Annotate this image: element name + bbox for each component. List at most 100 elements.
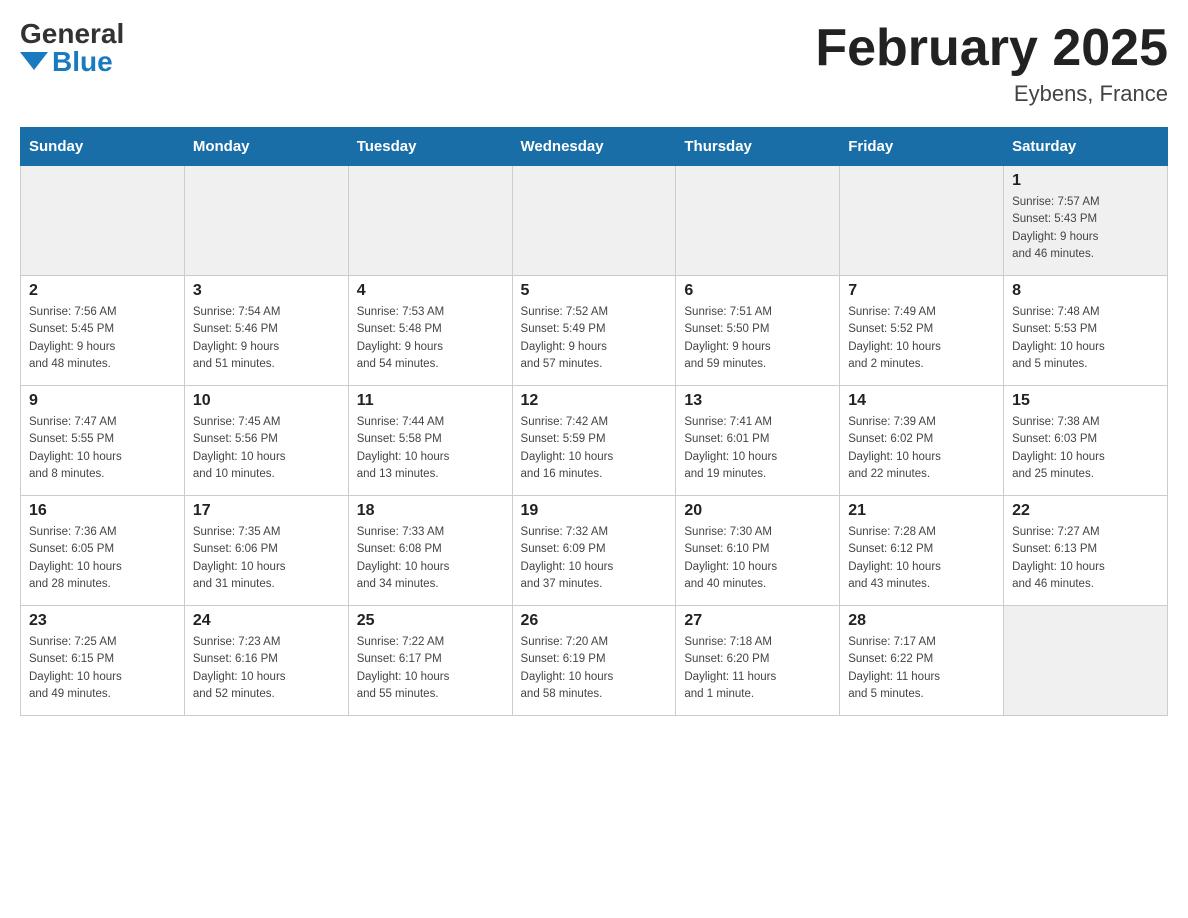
calendar-cell: 20Sunrise: 7:30 AM Sunset: 6:10 PM Dayli… <box>676 496 840 606</box>
calendar-cell: 9 Sunrise: 7:47 AM Sunset: 5:55 PM Daylig… <box>21 386 185 496</box>
week-row-3: 9 Sunrise: 7:47 AM Sunset: 5:55 PM Daylig… <box>21 386 1168 496</box>
day-number: 3 <box>193 282 340 300</box>
day-info: Sunrise: 7:57 AM Sunset: 5:43 PM Dayligh… <box>1012 194 1159 263</box>
logo: General Blue <box>20 20 124 76</box>
calendar-cell: 28 Sunrise: 7:17 AM Sunset: 6:22 PM Dayli… <box>840 606 1004 716</box>
day-number: 22 <box>1012 502 1159 520</box>
calendar-cell: 16 Sunrise: 7:36 AM Sunset: 6:05 PM Dayli… <box>21 496 185 606</box>
day-number: 9 <box>29 392 176 410</box>
day-number: 13 <box>684 392 831 410</box>
calendar-table: SundayMondayTuesdayWednesdayThursdayFrid… <box>20 127 1168 716</box>
logo-blue-text: Blue <box>52 48 113 76</box>
day-number: 21 <box>848 502 995 520</box>
day-number: 2 <box>29 282 176 300</box>
day-info: Sunrise: 7:17 AM Sunset: 6:22 PM Dayligh… <box>848 634 995 703</box>
day-info: Sunrise: 7:35 AM Sunset: 6:06 PM Dayligh… <box>193 524 340 593</box>
logo-general-text: General <box>20 20 124 48</box>
day-info: Sunrise: 7:45 AM Sunset: 5:56 PM Dayligh… <box>193 414 340 483</box>
calendar-cell: 22 Sunrise: 7:27 AM Sunset: 6:13 PM Dayli… <box>1004 496 1168 606</box>
calendar-cell <box>676 166 840 276</box>
day-info: Sunrise: 7:48 AM Sunset: 5:53 PM Dayligh… <box>1012 304 1159 373</box>
header-day-monday: Monday <box>184 128 348 166</box>
week-row-4: 16 Sunrise: 7:36 AM Sunset: 6:05 PM Dayli… <box>21 496 1168 606</box>
title-block: February 2025 Eybens, France <box>815 20 1168 107</box>
calendar-cell: 26 Sunrise: 7:20 AM Sunset: 6:19 PM Dayli… <box>512 606 676 716</box>
calendar-cell: 1Sunrise: 7:57 AM Sunset: 5:43 PM Daylig… <box>1004 166 1168 276</box>
header-day-sunday: Sunday <box>21 128 185 166</box>
header-day-thursday: Thursday <box>676 128 840 166</box>
page-header: General Blue February 2025 Eybens, Franc… <box>20 20 1168 107</box>
day-info: Sunrise: 7:33 AM Sunset: 6:08 PM Dayligh… <box>357 524 504 593</box>
day-info: Sunrise: 7:25 AM Sunset: 6:15 PM Dayligh… <box>29 634 176 703</box>
calendar-cell <box>840 166 1004 276</box>
day-number: 10 <box>193 392 340 410</box>
day-number: 8 <box>1012 282 1159 300</box>
day-info: Sunrise: 7:49 AM Sunset: 5:52 PM Dayligh… <box>848 304 995 373</box>
day-info: Sunrise: 7:41 AM Sunset: 6:01 PM Dayligh… <box>684 414 831 483</box>
day-info: Sunrise: 7:51 AM Sunset: 5:50 PM Dayligh… <box>684 304 831 373</box>
calendar-cell: 17 Sunrise: 7:35 AM Sunset: 6:06 PM Dayli… <box>184 496 348 606</box>
calendar-cell: 2 Sunrise: 7:56 AM Sunset: 5:45 PM Daylig… <box>21 276 185 386</box>
calendar-cell: 3Sunrise: 7:54 AM Sunset: 5:46 PM Daylig… <box>184 276 348 386</box>
day-info: Sunrise: 7:42 AM Sunset: 5:59 PM Dayligh… <box>521 414 668 483</box>
day-info: Sunrise: 7:44 AM Sunset: 5:58 PM Dayligh… <box>357 414 504 483</box>
calendar-cell: 12 Sunrise: 7:42 AM Sunset: 5:59 PM Dayli… <box>512 386 676 496</box>
day-info: Sunrise: 7:23 AM Sunset: 6:16 PM Dayligh… <box>193 634 340 703</box>
header-day-saturday: Saturday <box>1004 128 1168 166</box>
calendar-cell: 15Sunrise: 7:38 AM Sunset: 6:03 PM Dayli… <box>1004 386 1168 496</box>
calendar-header: SundayMondayTuesdayWednesdayThursdayFrid… <box>21 128 1168 166</box>
day-number: 12 <box>521 392 668 410</box>
calendar-cell <box>512 166 676 276</box>
week-row-5: 23Sunrise: 7:25 AM Sunset: 6:15 PM Dayli… <box>21 606 1168 716</box>
calendar-cell: 24 Sunrise: 7:23 AM Sunset: 6:16 PM Dayli… <box>184 606 348 716</box>
calendar-cell: 5 Sunrise: 7:52 AM Sunset: 5:49 PM Daylig… <box>512 276 676 386</box>
week-row-2: 2 Sunrise: 7:56 AM Sunset: 5:45 PM Daylig… <box>21 276 1168 386</box>
day-info: Sunrise: 7:47 AM Sunset: 5:55 PM Dayligh… <box>29 414 176 483</box>
day-info: Sunrise: 7:56 AM Sunset: 5:45 PM Dayligh… <box>29 304 176 373</box>
day-number: 5 <box>521 282 668 300</box>
day-info: Sunrise: 7:22 AM Sunset: 6:17 PM Dayligh… <box>357 634 504 703</box>
calendar-cell: 10 Sunrise: 7:45 AM Sunset: 5:56 PM Dayli… <box>184 386 348 496</box>
day-number: 24 <box>193 612 340 630</box>
calendar-cell: 14Sunrise: 7:39 AM Sunset: 6:02 PM Dayli… <box>840 386 1004 496</box>
day-number: 17 <box>193 502 340 520</box>
day-info: Sunrise: 7:53 AM Sunset: 5:48 PM Dayligh… <box>357 304 504 373</box>
header-day-tuesday: Tuesday <box>348 128 512 166</box>
day-info: Sunrise: 7:38 AM Sunset: 6:03 PM Dayligh… <box>1012 414 1159 483</box>
day-number: 4 <box>357 282 504 300</box>
day-number: 19 <box>521 502 668 520</box>
calendar-cell: 8 Sunrise: 7:48 AM Sunset: 5:53 PM Daylig… <box>1004 276 1168 386</box>
day-info: Sunrise: 7:36 AM Sunset: 6:05 PM Dayligh… <box>29 524 176 593</box>
calendar-cell <box>21 166 185 276</box>
logo-arrow-icon <box>20 52 48 70</box>
calendar-cell: 11 Sunrise: 7:44 AM Sunset: 5:58 PM Dayli… <box>348 386 512 496</box>
calendar-cell: 21 Sunrise: 7:28 AM Sunset: 6:12 PM Dayli… <box>840 496 1004 606</box>
day-info: Sunrise: 7:27 AM Sunset: 6:13 PM Dayligh… <box>1012 524 1159 593</box>
day-number: 11 <box>357 392 504 410</box>
header-day-wednesday: Wednesday <box>512 128 676 166</box>
day-number: 6 <box>684 282 831 300</box>
logo-blue-row: Blue <box>20 48 113 76</box>
day-number: 28 <box>848 612 995 630</box>
calendar-cell: 7 Sunrise: 7:49 AM Sunset: 5:52 PM Daylig… <box>840 276 1004 386</box>
week-row-1: 1Sunrise: 7:57 AM Sunset: 5:43 PM Daylig… <box>21 166 1168 276</box>
header-day-friday: Friday <box>840 128 1004 166</box>
calendar-body: 1Sunrise: 7:57 AM Sunset: 5:43 PM Daylig… <box>21 166 1168 716</box>
day-number: 14 <box>848 392 995 410</box>
calendar-cell <box>348 166 512 276</box>
calendar-subtitle: Eybens, France <box>815 81 1168 107</box>
day-info: Sunrise: 7:18 AM Sunset: 6:20 PM Dayligh… <box>684 634 831 703</box>
day-info: Sunrise: 7:28 AM Sunset: 6:12 PM Dayligh… <box>848 524 995 593</box>
day-number: 27 <box>684 612 831 630</box>
day-info: Sunrise: 7:52 AM Sunset: 5:49 PM Dayligh… <box>521 304 668 373</box>
day-info: Sunrise: 7:20 AM Sunset: 6:19 PM Dayligh… <box>521 634 668 703</box>
header-row: SundayMondayTuesdayWednesdayThursdayFrid… <box>21 128 1168 166</box>
day-info: Sunrise: 7:32 AM Sunset: 6:09 PM Dayligh… <box>521 524 668 593</box>
calendar-cell <box>184 166 348 276</box>
day-number: 18 <box>357 502 504 520</box>
day-info: Sunrise: 7:30 AM Sunset: 6:10 PM Dayligh… <box>684 524 831 593</box>
day-number: 26 <box>521 612 668 630</box>
calendar-cell: 25Sunrise: 7:22 AM Sunset: 6:17 PM Dayli… <box>348 606 512 716</box>
day-number: 16 <box>29 502 176 520</box>
day-number: 7 <box>848 282 995 300</box>
